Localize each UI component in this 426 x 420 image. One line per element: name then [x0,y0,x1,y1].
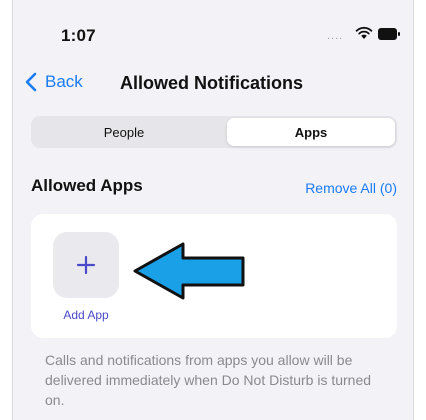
status-time: 1:07 [61,26,96,45]
segment-people[interactable]: People [33,118,215,146]
allowed-apps-card: Add App [31,214,397,338]
segment-apps[interactable]: Apps [227,118,395,146]
back-label: Back [45,72,83,91]
phone-screen: 1:07 .... Back Allowed Notifications Peo… [12,0,414,420]
add-app-button[interactable] [53,232,119,298]
footer-description: Calls and notifications from apps you al… [45,352,372,408]
section-title: Allowed Apps [31,176,143,195]
add-app-label[interactable]: Add App [49,308,123,322]
cellular-signal-icon: .... [327,30,344,42]
wifi-icon [355,26,373,39]
status-bar: 1:07 .... [13,0,413,60]
plus-icon [76,255,96,275]
navigation-bar: Back Allowed Notifications [13,64,413,104]
remove-all-button[interactable]: Remove All (0) [305,180,397,196]
page-title: Allowed Notifications [120,73,304,93]
back-button[interactable]: Back [25,72,83,92]
segmented-control: People Apps [31,116,397,148]
chevron-left-icon [25,72,37,92]
arrow-left-icon [133,242,245,300]
battery-icon [378,28,400,40]
